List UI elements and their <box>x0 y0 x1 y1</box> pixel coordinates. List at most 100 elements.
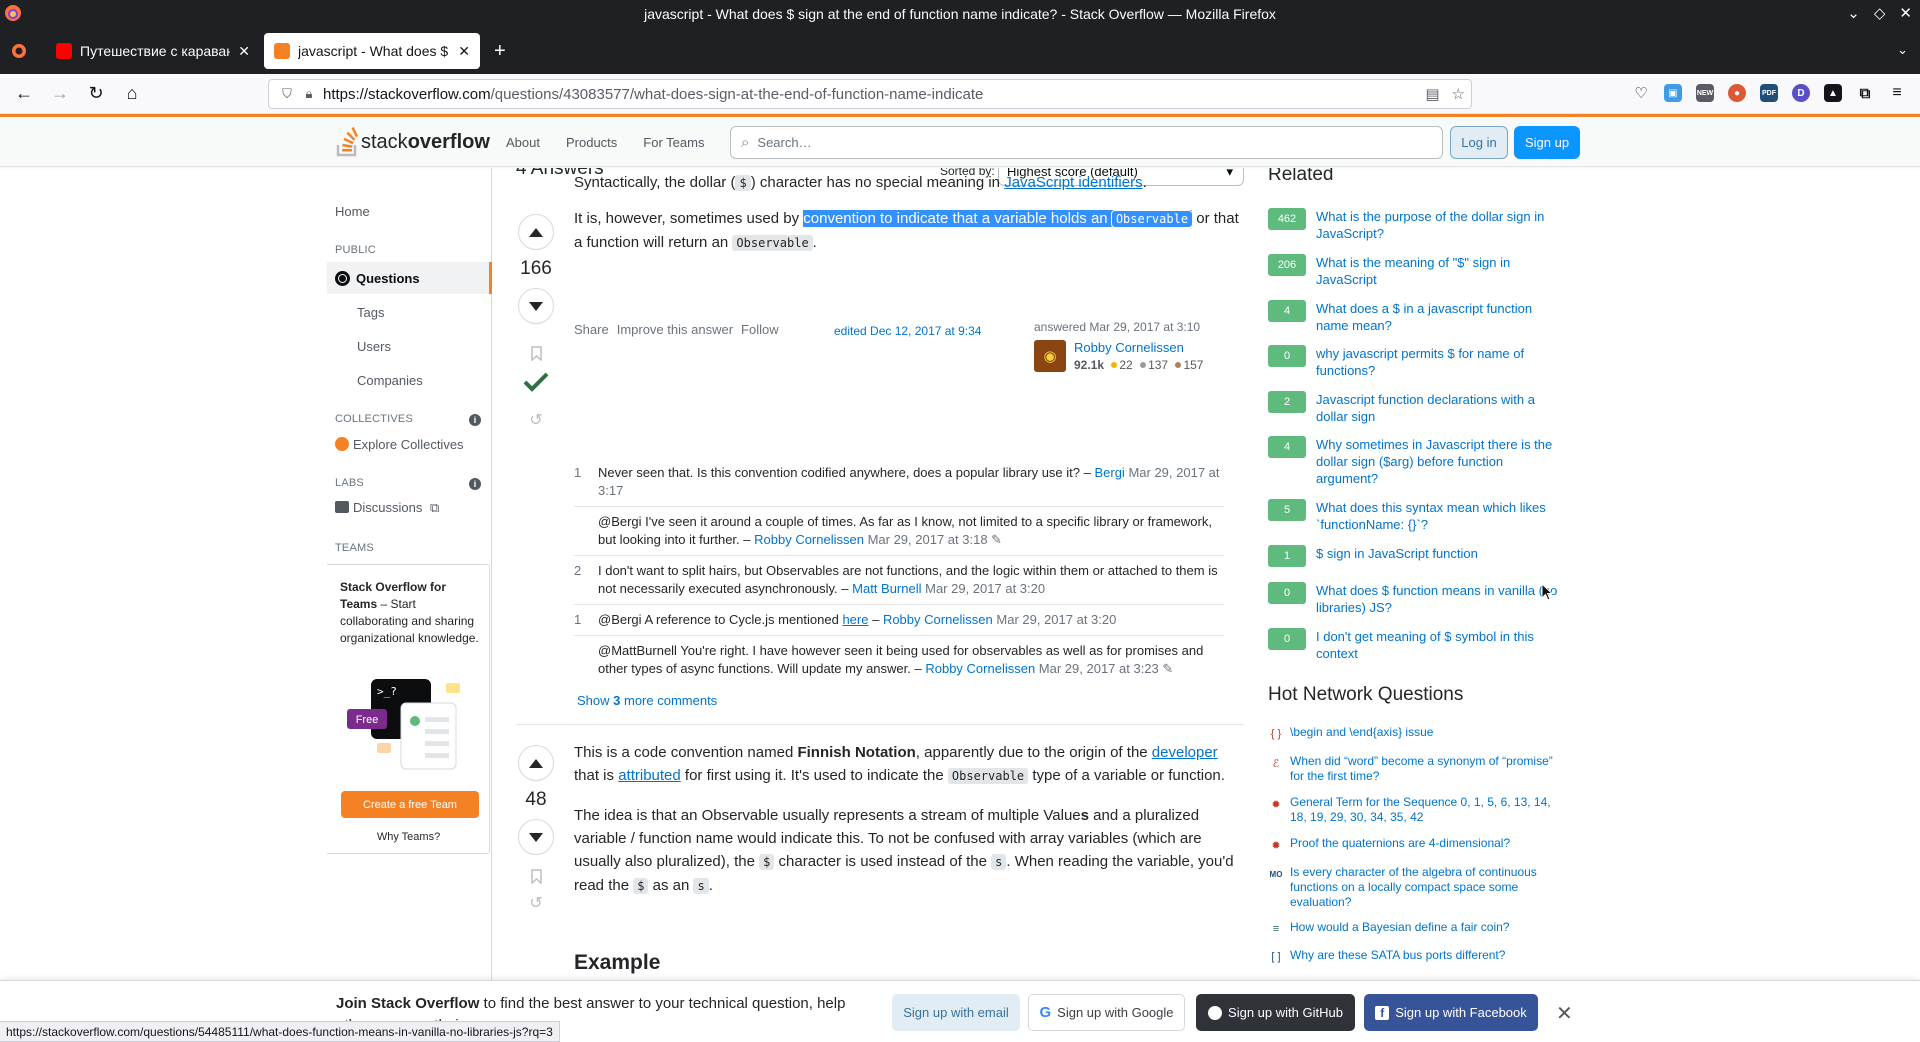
sidebar-heading-public: PUBLIC <box>335 244 376 256</box>
hot-question-link: General Term for the Sequence 0, 1, 5, 6… <box>1290 795 1551 824</box>
related-link: What is the purpose of the dollar sign i… <box>1316 209 1545 241</box>
close-banner-icon[interactable]: ✕ <box>1556 1001 1573 1026</box>
comment: 1 @Bergi A reference to Cycle.js mention… <box>574 604 1224 635</box>
shield-icon[interactable]: ⛉ <box>279 86 295 102</box>
url-bar[interactable]: ⛉ 🔒︎ https://stackoverflow.com/questions… <box>268 79 1472 109</box>
d-extension-icon[interactable]: D <box>1792 84 1810 102</box>
comment-user[interactable]: Matt Burnell <box>852 581 921 596</box>
signup-google-button[interactable]: G Sign up with Google <box>1028 994 1185 1031</box>
related-link: I don't get meaning of $ symbol in this … <box>1316 629 1534 661</box>
improve-answer-link[interactable]: Improve this answer <box>617 322 733 337</box>
info-icon[interactable]: i <box>469 478 481 490</box>
sidebar-item-questions[interactable]: Questions <box>327 262 492 294</box>
save-icon[interactable]: ▣ <box>1664 84 1682 102</box>
close-icon[interactable]: ✕ <box>1899 4 1912 22</box>
history-icon[interactable]: ↺ <box>516 410 556 430</box>
comment-user[interactable]: Robby Cornelissen <box>883 612 993 627</box>
nav-for-teams[interactable]: For Teams <box>633 129 714 156</box>
extension-new-icon[interactable]: NEW <box>1696 84 1714 102</box>
pocket-icon[interactable]: ♡ <box>1632 84 1650 102</box>
upvote-button[interactable] <box>518 214 554 250</box>
create-free-team-button[interactable]: Create a free Team <box>341 791 479 818</box>
so-logo-icon <box>336 127 359 157</box>
comment-user[interactable]: Robby Cornelissen <box>925 661 1035 676</box>
tab-stackoverflow[interactable]: javascript - What does $ sign ✕ <box>264 33 480 69</box>
related-score: 4 <box>1268 300 1306 322</box>
home-icon[interactable]: ⌂ <box>114 83 150 104</box>
hot-question-link: How would a Bayesian define a fair coin? <box>1290 920 1510 934</box>
back-icon[interactable]: ← <box>6 83 42 104</box>
edited-link[interactable]: edited Dec 12, 2017 at 9:34 <box>834 324 981 338</box>
downvote-button[interactable] <box>518 819 554 855</box>
follow-link[interactable]: Follow <box>741 322 779 337</box>
why-teams-link[interactable]: Why Teams? <box>327 831 490 843</box>
comment: 2 I don't want to split hairs, but Obser… <box>574 555 1224 604</box>
toolbar-extensions: ♡ ▣ NEW ● PDF D ▲ ⧉ ≡ <box>1632 84 1906 102</box>
site-icon: { } <box>1270 728 1282 740</box>
bookmark-star-icon[interactable]: ☆ <box>1452 85 1465 103</box>
show-more-comments-link[interactable]: Show 3 more comments <box>577 693 717 708</box>
url-path: /questions/43083577/what-does-sign-at-th… <box>490 85 984 103</box>
user-name[interactable]: Robby Cornelissen <box>1074 340 1184 355</box>
here-link[interactable]: here <box>842 612 868 627</box>
lock-icon[interactable]: 🔒︎ <box>301 86 317 102</box>
duckduckgo-icon[interactable]: ● <box>1728 84 1746 102</box>
signup-facebook-button[interactable]: f Sign up with Facebook <box>1364 994 1538 1031</box>
developer-link[interactable]: developer <box>1152 744 1218 761</box>
chevron-down-icon[interactable]: ⌄ <box>1847 4 1860 22</box>
arrow-down-icon <box>529 301 543 311</box>
sidebar-item-explore-collectives[interactable]: Explore Collectives <box>335 437 464 452</box>
external-link-icon: ⧉ <box>429 500 440 515</box>
comment-user[interactable]: Bergi <box>1094 465 1124 480</box>
restore-icon[interactable]: ◇ <box>1874 4 1886 22</box>
pencil-icon: ✎ <box>987 532 1003 547</box>
related-score: 5 <box>1268 499 1306 521</box>
answer2-vote: 48 ↺ <box>516 745 556 913</box>
history-icon[interactable]: ↺ <box>516 893 556 913</box>
logo-text-bold: overflow <box>407 130 490 153</box>
sidebar-item-users[interactable]: Users <box>357 339 391 354</box>
proton-icon[interactable]: ▲ <box>1824 84 1842 102</box>
forward-icon[interactable]: → <box>42 83 78 104</box>
related-score: 462 <box>1268 208 1306 230</box>
sidebar-item-home[interactable]: Home <box>335 204 370 219</box>
new-tab-button[interactable]: + <box>494 40 506 63</box>
reload-icon[interactable]: ↻ <box>78 83 114 104</box>
tab-close-icon[interactable]: ✕ <box>238 43 250 60</box>
tab-list-icon[interactable]: ⌄ <box>1897 42 1908 58</box>
extensions-puzzle-icon[interactable]: ⧉ <box>1856 84 1874 102</box>
attributed-link[interactable]: attributed <box>618 767 681 784</box>
bookmark-icon[interactable] <box>516 346 556 365</box>
upvote-button[interactable] <box>518 745 554 781</box>
reader-view-icon[interactable]: ▤ <box>1425 85 1439 103</box>
signup-button[interactable]: Sign up <box>1514 126 1580 159</box>
hot-question-link: \begin and \end{axis} issue <box>1290 725 1434 739</box>
sidebar-item-discussions[interactable]: Discussions ⧉ <box>335 500 439 516</box>
pdf-icon[interactable]: PDF <box>1760 84 1778 102</box>
sidebar-item-companies[interactable]: Companies <box>357 373 423 388</box>
comment-user[interactable]: Robby Cornelissen <box>754 532 864 547</box>
sidebar-item-tags[interactable]: Tags <box>357 305 384 320</box>
bookmark-icon[interactable] <box>516 869 556 887</box>
info-icon[interactable]: i <box>469 414 481 426</box>
downvote-button[interactable] <box>518 288 554 324</box>
javascript-identifiers-link[interactable]: JavaScript identifiers <box>1004 174 1142 191</box>
firefox-view-icon[interactable] <box>10 42 28 60</box>
search-input[interactable]: ⌕ Search… <box>730 126 1443 159</box>
login-button[interactable]: Log in <box>1450 126 1508 159</box>
tab-youtube[interactable]: Путешествие с караваном ✕ <box>46 33 260 69</box>
share-link[interactable]: Share <box>574 322 609 337</box>
signup-email-button[interactable]: Sign up with email <box>892 994 1020 1031</box>
hot-question-link: Why are these SATA bus ports different? <box>1290 948 1506 962</box>
so-logo[interactable]: stack overflow <box>335 123 490 161</box>
avatar[interactable]: ◉ <box>1034 340 1066 372</box>
teams-illustration-prompt: >_? <box>377 685 397 698</box>
nav-products[interactable]: Products <box>556 129 627 156</box>
menu-icon[interactable]: ≡ <box>1888 84 1906 102</box>
nav-about[interactable]: About <box>496 129 550 156</box>
tab-close-icon[interactable]: ✕ <box>458 43 470 60</box>
related-score: 206 <box>1268 254 1306 276</box>
signup-github-button[interactable]: Sign up with GitHub <box>1196 994 1355 1031</box>
answer1-body: Syntactically, the dollar ($) character … <box>574 171 1244 267</box>
right-sidebar: Related 462 What is the purpose of the do… <box>1268 168 1568 980</box>
